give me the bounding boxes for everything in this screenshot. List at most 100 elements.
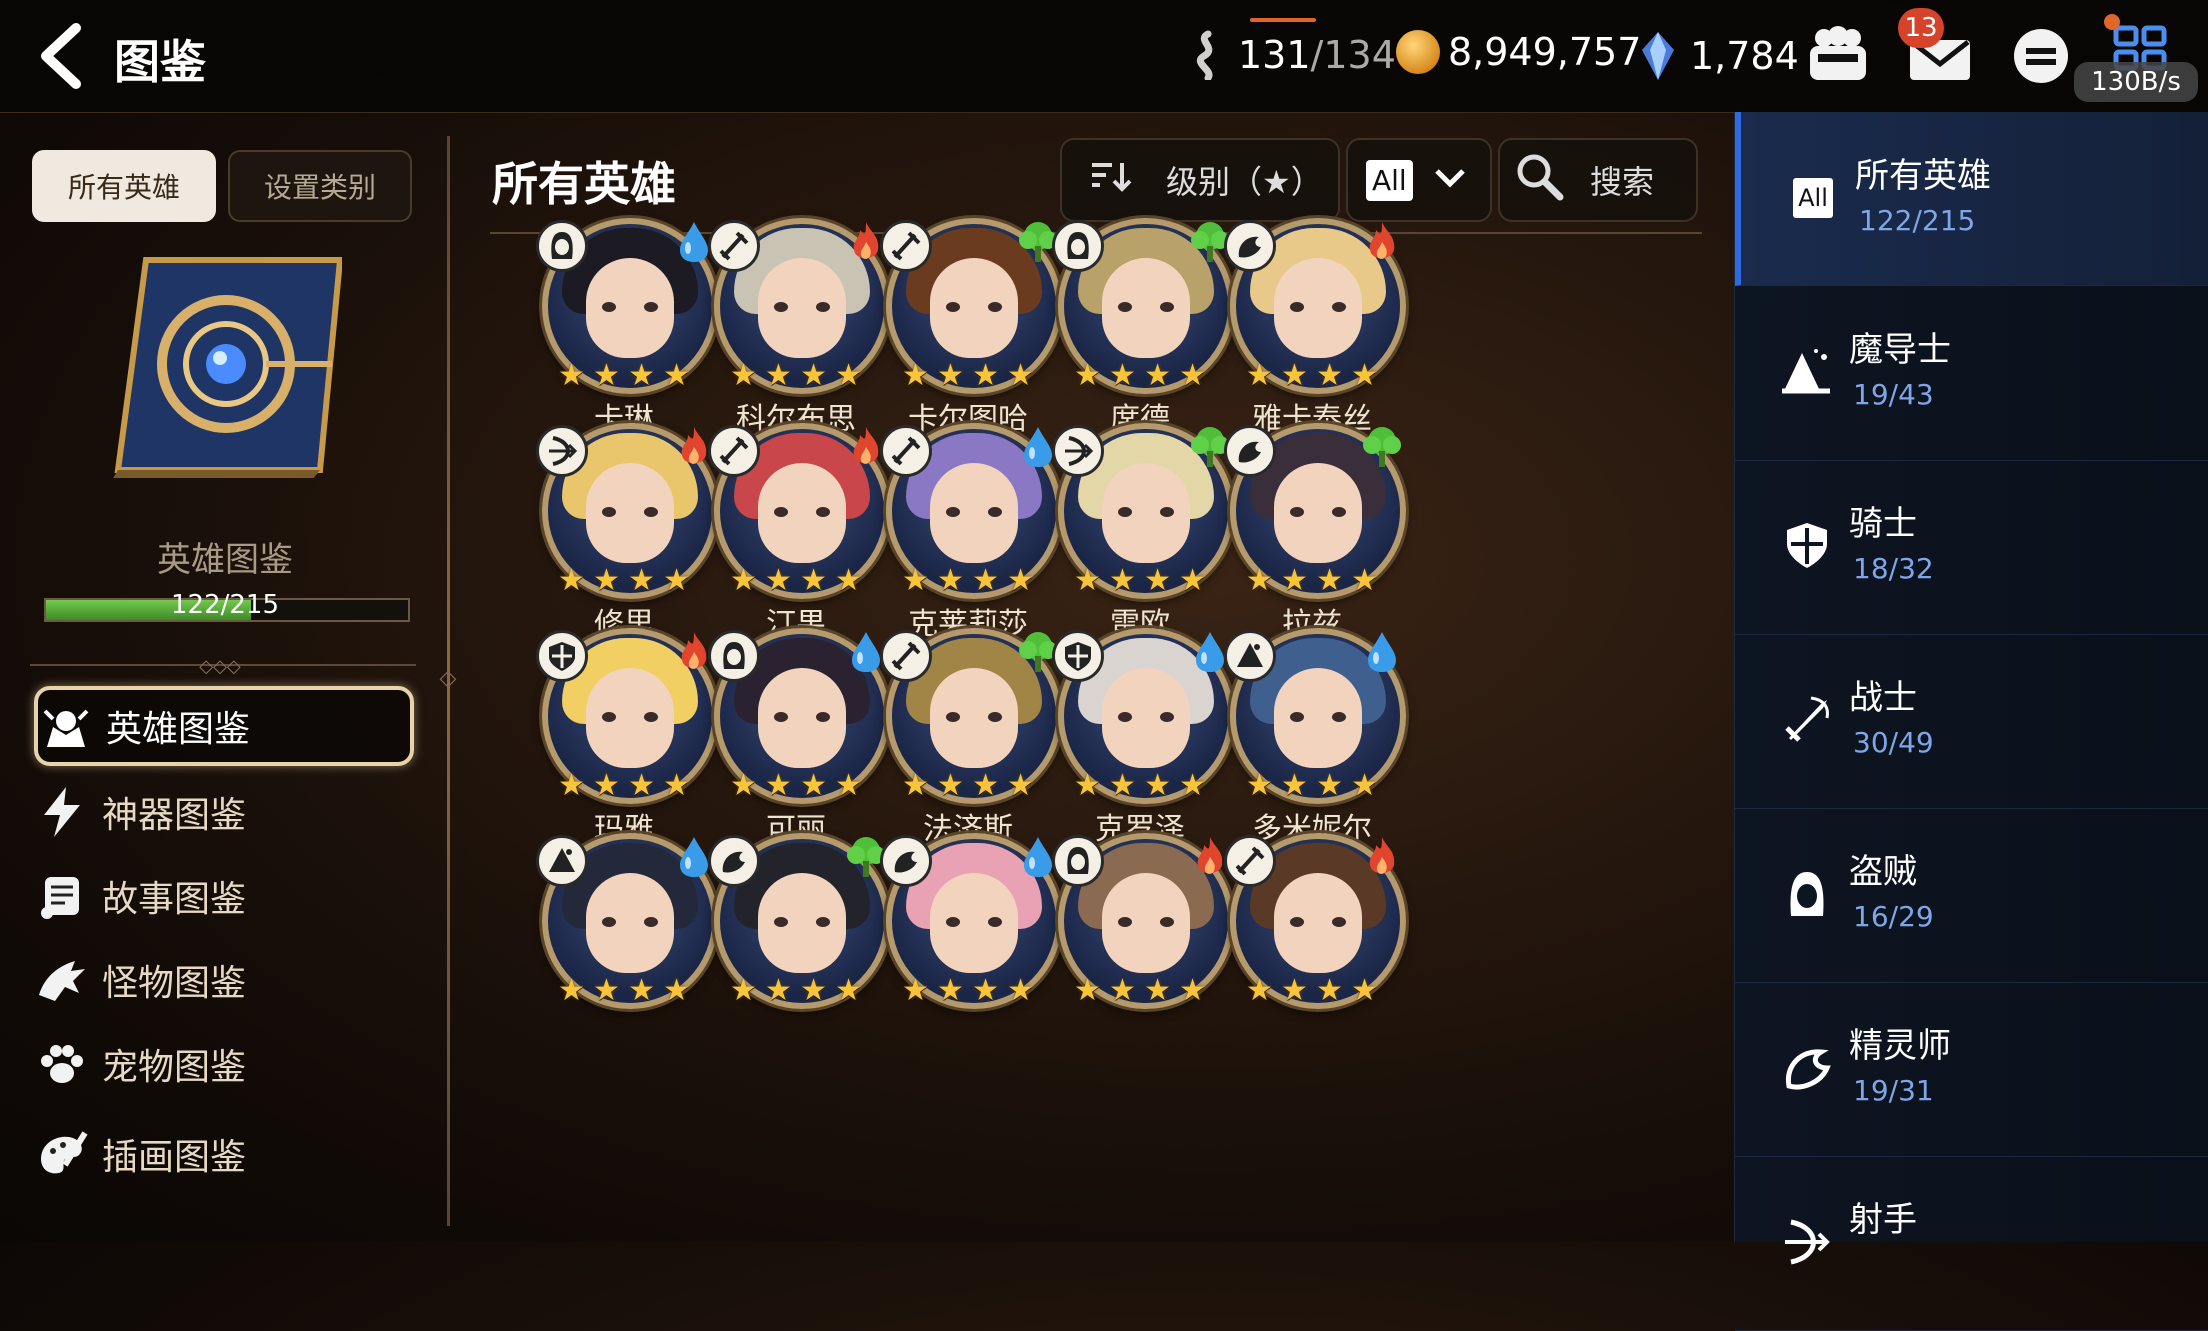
class-name: 所有英雄	[1855, 156, 1991, 196]
hero-card[interactable]: ★ ★ ★ ★ 可丽	[694, 628, 894, 858]
class-filter-item[interactable]: 盗贼 16/29	[1735, 808, 2208, 983]
search-label: 搜索	[1590, 163, 1655, 201]
hero-card[interactable]: ★ ★ ★ ★ 汀果	[694, 423, 894, 653]
hero-card[interactable]: ★ ★ ★ ★ 玛雅	[522, 628, 722, 858]
hero-face	[586, 258, 674, 358]
nav-pet-codex[interactable]: 宠物图鉴	[34, 1024, 414, 1104]
nav-illustration-codex[interactable]: 插画图鉴	[34, 1114, 414, 1194]
star-icon: ★	[765, 358, 792, 393]
chat-icon	[2014, 29, 2068, 83]
star-icon: ★	[972, 768, 999, 803]
hero-eye	[602, 507, 616, 517]
hero-face	[930, 258, 1018, 358]
hero-face	[586, 668, 674, 768]
filter-dropdown[interactable]: All	[1346, 138, 1492, 222]
hero-card[interactable]: ★ ★ ★ ★ 多米妮尔	[1210, 628, 1410, 858]
hero-eye	[644, 507, 658, 517]
sort-label: 级别（★）	[1166, 163, 1323, 201]
star-icon: ★	[558, 563, 585, 598]
stamina-display[interactable]: 131/134	[1188, 30, 1396, 80]
search-button[interactable]: 搜索	[1498, 138, 1698, 222]
hero-eye	[602, 712, 616, 722]
hero-card[interactable]: ★ ★ ★ ★ 卡尔图哈	[866, 218, 1066, 448]
thief-class-icon	[1052, 220, 1104, 272]
class-filter-item[interactable]: 精灵师 19/31	[1735, 982, 2208, 1157]
warrior-class-icon	[880, 630, 932, 682]
chat-button[interactable]	[2010, 26, 2072, 88]
star-icon: ★	[1144, 358, 1171, 393]
hero-card[interactable]: ★ ★ ★ ★ 科尔布思	[694, 218, 894, 448]
hero-card[interactable]: ★ ★ ★ ★ 克莱莉莎	[866, 423, 1066, 653]
hero-card[interactable]: ★ ★ ★ ★ 克罗泽	[1038, 628, 1238, 858]
friends-button[interactable]	[1806, 24, 1870, 86]
crystal-icon	[1642, 32, 1674, 80]
hero-card[interactable]: ★ ★ ★ ★ 拉兹	[1210, 423, 1410, 653]
star-icon: ★	[1109, 563, 1136, 598]
nav-label: 故事图鉴	[102, 879, 247, 920]
hero-card[interactable]: ★ ★ ★ ★	[522, 833, 722, 1063]
hero-face	[1274, 873, 1362, 973]
star-icon: ★	[1281, 358, 1308, 393]
hero-codex-book[interactable]	[106, 254, 344, 480]
nav-label: 英雄图鉴	[106, 709, 251, 750]
menu-notify-dot	[2104, 14, 2120, 30]
nav-artifact-codex[interactable]: 神器图鉴	[34, 772, 414, 852]
star-icon: ★	[730, 973, 757, 1008]
class-filter-item[interactable]: 战士 30/49	[1735, 634, 2208, 809]
class-filter-item[interactable]: 魔导士 19/43	[1735, 286, 2208, 461]
gold-display[interactable]: 8,949,757	[1396, 30, 1641, 74]
hero-card[interactable]: ★ ★ ★ ★	[1038, 833, 1238, 1063]
hero-card[interactable]: ★ ★ ★ ★ 修里	[522, 423, 722, 653]
crystal-display[interactable]: 1,784	[1638, 30, 1799, 82]
hero-face	[1102, 463, 1190, 563]
hero-card[interactable]: ★ ★ ★ ★	[866, 833, 1066, 1063]
thief-class-icon	[1052, 835, 1104, 887]
star-icon: ★	[663, 768, 690, 803]
hero-card[interactable]: ★ ★ ★ ★ 法济斯	[866, 628, 1066, 858]
star-icon: ★	[593, 973, 620, 1008]
star-icon: ★	[1179, 768, 1206, 803]
hero-card[interactable]: ★ ★ ★ ★ 雷欧	[1038, 423, 1238, 653]
star-icon: ★	[730, 768, 757, 803]
star-icon: ★	[937, 768, 964, 803]
star-icon: ★	[1281, 563, 1308, 598]
spirit-class-icon	[1224, 425, 1276, 477]
star-icon: ★	[937, 563, 964, 598]
hero-card[interactable]: ★ ★ ★ ★	[1210, 833, 1410, 1063]
hero-face	[1102, 873, 1190, 973]
hero-card[interactable]: ★ ★ ★ ★ 雅卡泰丝	[1210, 218, 1410, 448]
nav-label: 插画图鉴	[102, 1137, 247, 1178]
tab-set-category[interactable]: 设置类别	[228, 150, 412, 222]
class-count: 122/215	[1859, 204, 1976, 237]
tab-all-heroes[interactable]: 所有英雄	[32, 150, 216, 222]
star-icon: ★	[902, 768, 929, 803]
hero-card[interactable]: ★ ★ ★ ★ 席德	[1038, 218, 1238, 448]
palette-icon	[34, 1126, 90, 1182]
nav-monster-codex[interactable]: 怪物图鉴	[34, 940, 414, 1020]
star-rating: ★ ★ ★ ★	[558, 973, 690, 1008]
star-rating: ★ ★ ★ ★	[1246, 563, 1378, 598]
star-icon: ★	[1246, 358, 1273, 393]
sort-button[interactable]: 级别（★）	[1060, 138, 1340, 222]
nav-story-codex[interactable]: 故事图鉴	[34, 856, 414, 936]
book-title: 英雄图鉴	[157, 540, 293, 580]
class-name: 战士	[1849, 678, 1917, 718]
hero-card[interactable]: ★ ★ ★ ★	[694, 833, 894, 1063]
star-icon: ★	[628, 768, 655, 803]
star-rating: ★ ★ ★ ★	[730, 563, 862, 598]
class-filter-item[interactable]: 骑士 18/32	[1735, 460, 2208, 635]
collection-progress-text: 122/215	[170, 590, 279, 620]
hero-face	[758, 258, 846, 358]
hero-eye	[1160, 302, 1174, 312]
star-icon: ★	[972, 563, 999, 598]
back-button[interactable]	[28, 20, 100, 92]
hero-card[interactable]: ★ ★ ★ ★ 卡琳	[522, 218, 722, 448]
class-filter-item[interactable]: All 所有英雄 122/215	[1735, 112, 2208, 286]
nav-hero-codex[interactable]: 英雄图鉴	[34, 686, 414, 766]
hero-eye	[816, 507, 830, 517]
star-icon: ★	[1179, 563, 1206, 598]
class-filter-item[interactable]: 射手	[1735, 1156, 2208, 1331]
hero-eye	[988, 507, 1002, 517]
hero-grid-panel: 所有英雄 级别（★） All 搜索 ★ ★ ★ ★ 卡琳 ★ ★ ★ ★ 科尔布思	[450, 112, 1730, 1242]
hero-eye	[988, 917, 1002, 927]
